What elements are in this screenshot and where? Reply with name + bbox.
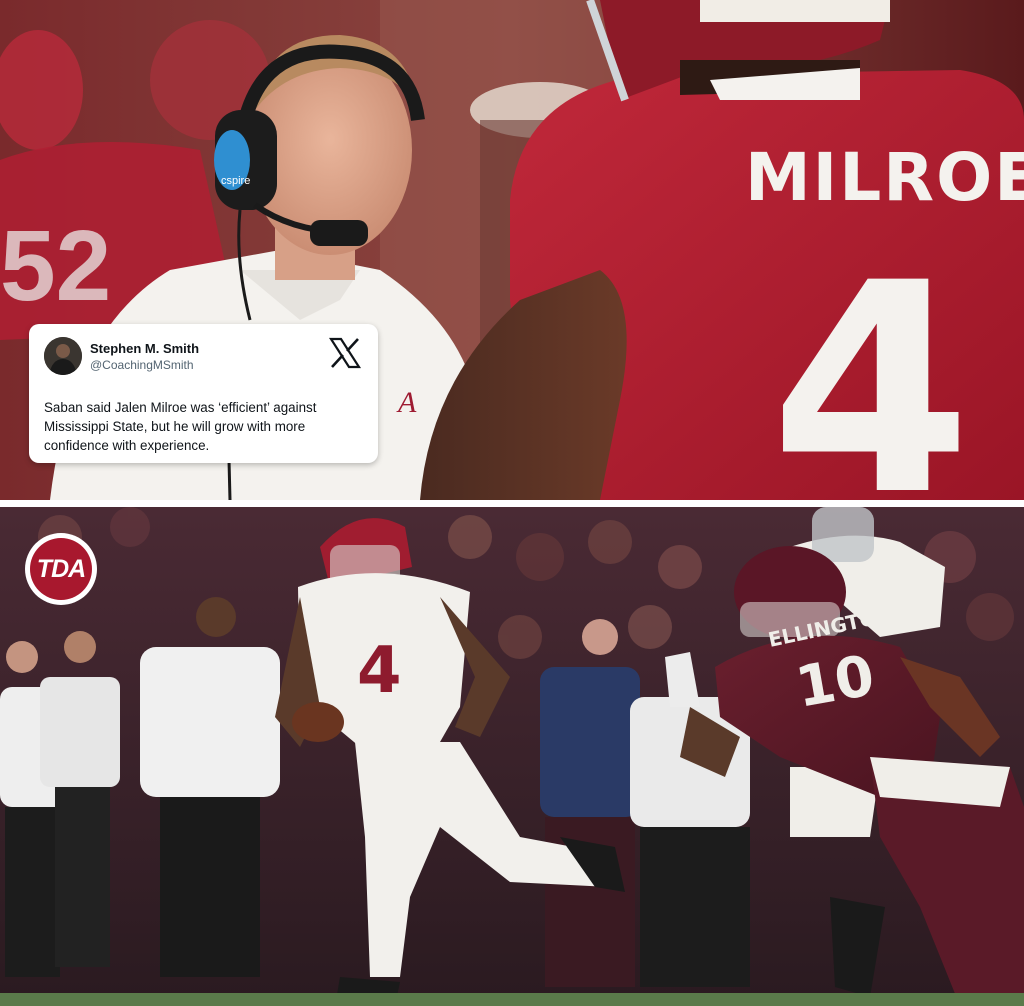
avatar[interactable] (44, 337, 82, 375)
alabama-logo-icon: A (396, 386, 417, 419)
top-photo-panel: 52 cspire A MILROE 4 Stephen M. Smith @C… (0, 0, 1024, 500)
tweet-card[interactable]: Stephen M. Smith @CoachingMSmith Saban s… (29, 324, 378, 463)
background-jersey-number: 52 (0, 210, 111, 322)
game-action-photo: 4 ELLINGTON 10 (0, 507, 1024, 1006)
jersey-number-top: 4 (770, 222, 972, 500)
tda-logo-text: TDA (36, 554, 86, 583)
headset-brand-label: cspire (221, 175, 250, 187)
tweet-author-handle[interactable]: @CoachingMSmith (90, 358, 194, 372)
x-logo-icon[interactable] (328, 336, 362, 370)
avatar-image (44, 337, 82, 375)
photo-divider (0, 500, 1024, 507)
bottom-photo-panel: 4 ELLINGTON 10 TDA (0, 507, 1024, 1006)
tweet-text: Saban said Jalen Milroe was ‘efficient’ … (44, 400, 317, 453)
qb-jersey-number: 4 (357, 634, 402, 708)
jersey-name-milroe: MILROE (745, 139, 1024, 216)
tweet-author-name[interactable]: Stephen M. Smith (90, 341, 199, 356)
defender-jersey-number: 10 (791, 643, 879, 721)
